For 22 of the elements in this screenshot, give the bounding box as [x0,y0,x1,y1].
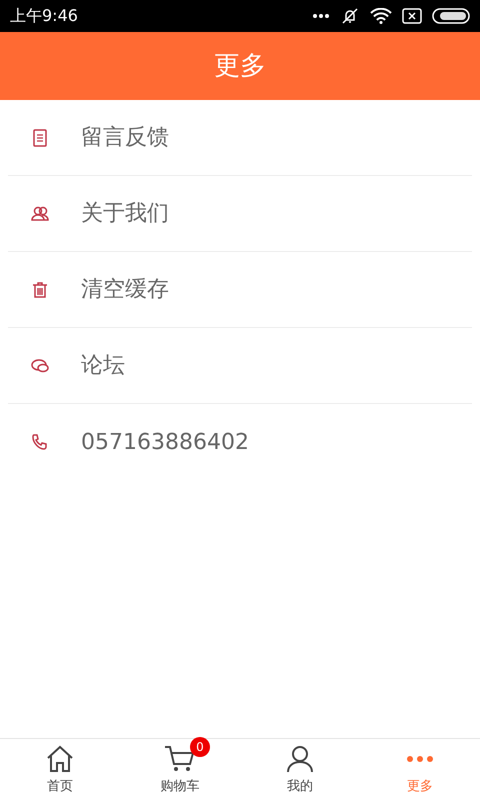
phone-icon [30,432,50,452]
user-icon [286,744,314,773]
menu-item[interactable]: 论坛 [8,328,472,404]
tab-button[interactable]: 0 购物车 [120,739,240,800]
cart-icon [164,744,196,773]
wifi-icon [370,8,392,24]
menu-item[interactable]: 关于我们 [8,176,472,252]
tab-button[interactable]: 我的 [240,739,360,800]
trash-icon [30,280,50,300]
menu-item[interactable]: 清空缓存 [8,252,472,328]
no-sim-icon [402,8,422,24]
status-time: 上午9:46 [10,5,78,27]
tab-button[interactable]: 首页 [0,739,120,800]
more-dots-icon [312,13,330,19]
mute-bell-icon [340,7,360,25]
page-title: 更多 [214,50,266,82]
battery-icon [432,8,470,24]
cart-count-badge: 0 [190,736,210,757]
menu-item[interactable]: 057163886402 [8,404,472,480]
menu-item[interactable]: 留言反馈 [8,100,472,176]
home-icon [45,744,75,773]
more-dots-icon [405,754,435,763]
